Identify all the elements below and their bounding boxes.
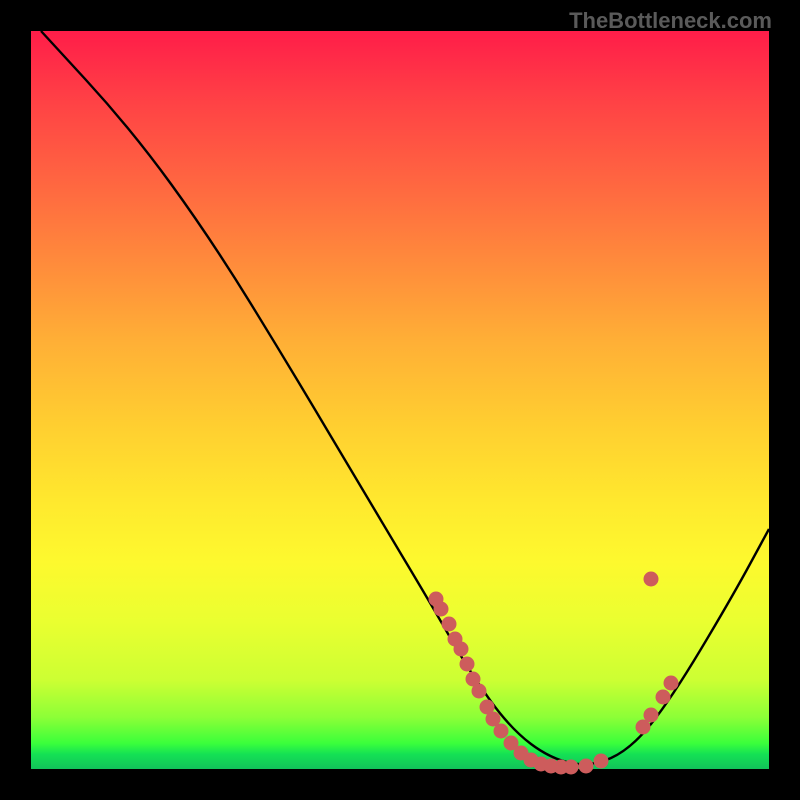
data-point <box>434 602 449 617</box>
data-point <box>594 754 609 769</box>
chart-svg <box>31 31 769 769</box>
data-point <box>656 690 671 705</box>
watermark-text: TheBottleneck.com <box>569 8 772 34</box>
data-points <box>429 572 679 775</box>
data-point <box>644 572 659 587</box>
data-point <box>454 642 469 657</box>
curve-line <box>41 31 769 764</box>
chart-container: TheBottleneck.com <box>0 0 800 800</box>
data-point <box>644 708 659 723</box>
data-point <box>460 657 475 672</box>
data-point <box>494 724 509 739</box>
data-point <box>442 617 457 632</box>
plot-area <box>31 31 769 769</box>
data-point <box>664 676 679 691</box>
data-point <box>472 684 487 699</box>
data-point <box>579 759 594 774</box>
data-point <box>564 760 579 775</box>
